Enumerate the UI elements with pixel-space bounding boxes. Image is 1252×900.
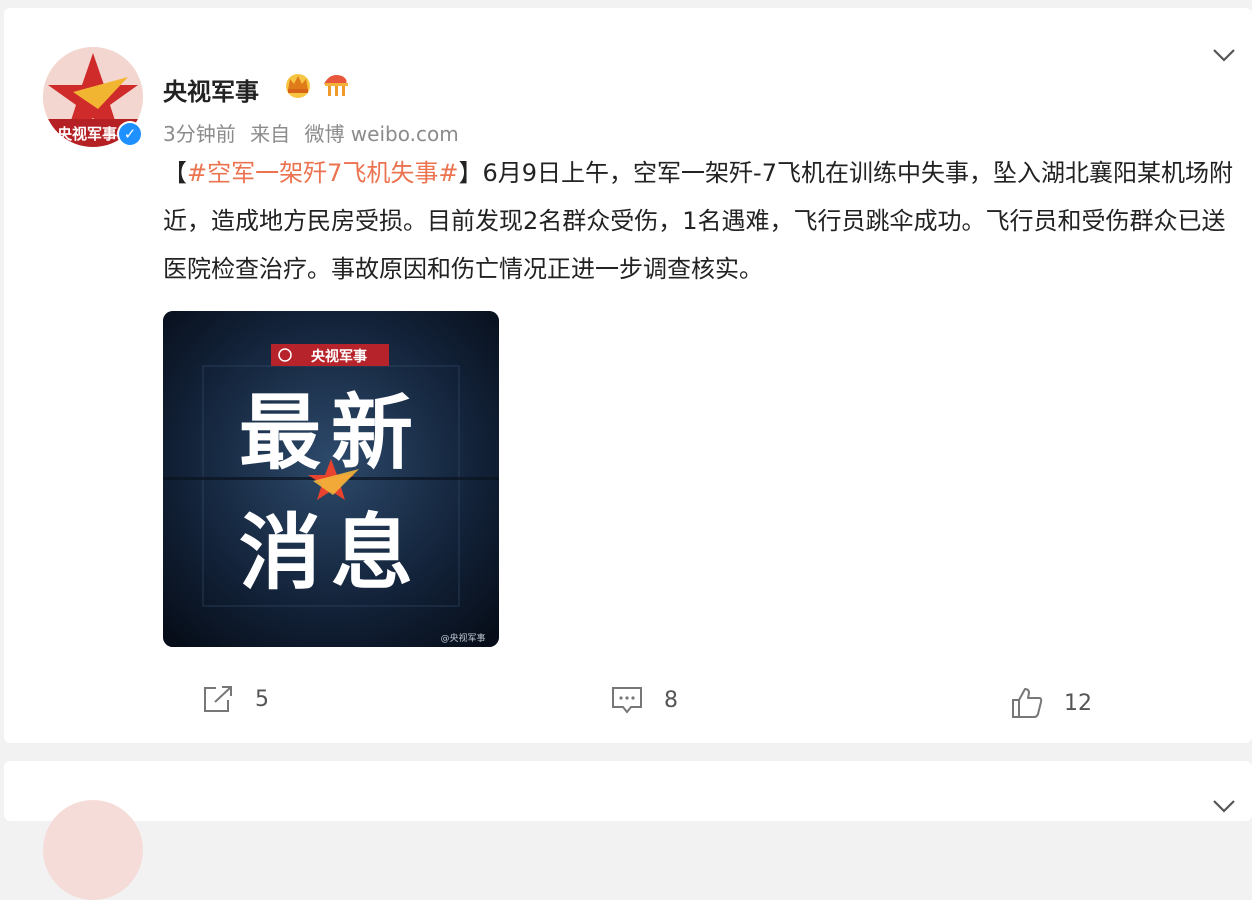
post-source: 微博 weibo.com: [304, 122, 459, 146]
post-image[interactable]: 央视军事 最新 消息 @央视军事: [163, 311, 499, 647]
bracket-close: 】: [458, 159, 483, 187]
latest-news-graphic: 央视军事 最新 消息 @央视军事: [163, 311, 499, 647]
avatar[interactable]: [43, 800, 143, 900]
avatar-label: 央视军事: [57, 125, 117, 143]
fan-badge-icon[interactable]: [320, 70, 352, 100]
like-button[interactable]: 12: [1010, 686, 1092, 720]
comment-icon: [612, 687, 642, 714]
image-watermark: @央视军事: [440, 632, 485, 644]
post-text: 【#空军一架歼7飞机失事#】6月9日上午，空军一架歼-7飞机在训练中失事，坠入湖…: [163, 149, 1243, 293]
author-name[interactable]: 央视军事: [163, 72, 259, 107]
repost-icon: [204, 686, 232, 712]
hashtag-link[interactable]: #空军一架歼7飞机失事#: [187, 159, 459, 187]
repost-count: 5: [255, 686, 269, 712]
repost-button[interactable]: 5: [201, 684, 269, 714]
verified-icon: ✓: [117, 121, 143, 147]
post-meta: 3分钟前 来自 微博 weibo.com: [163, 118, 467, 147]
comment-count: 8: [664, 687, 678, 713]
post-card: [4, 761, 1252, 900]
like-count: 12: [1064, 690, 1092, 716]
image-brand-label: 央视军事: [311, 348, 367, 365]
chevron-down-icon[interactable]: [1211, 46, 1237, 64]
chevron-down-icon[interactable]: [1211, 797, 1237, 815]
source-prefix: 来自: [250, 122, 291, 146]
thumbs-up-icon: [1012, 688, 1043, 718]
crown-icon[interactable]: [283, 70, 313, 98]
image-title-line2: 消息: [239, 506, 423, 601]
bracket-open: 【: [163, 159, 187, 187]
post-card: 央视军事 ✓ 央视军事 3分钟前 来自 微博 weibo.com 【#空军一架歼…: [4, 8, 1252, 743]
post-time[interactable]: 3分钟前: [163, 122, 236, 146]
comment-button[interactable]: 8: [610, 684, 678, 716]
